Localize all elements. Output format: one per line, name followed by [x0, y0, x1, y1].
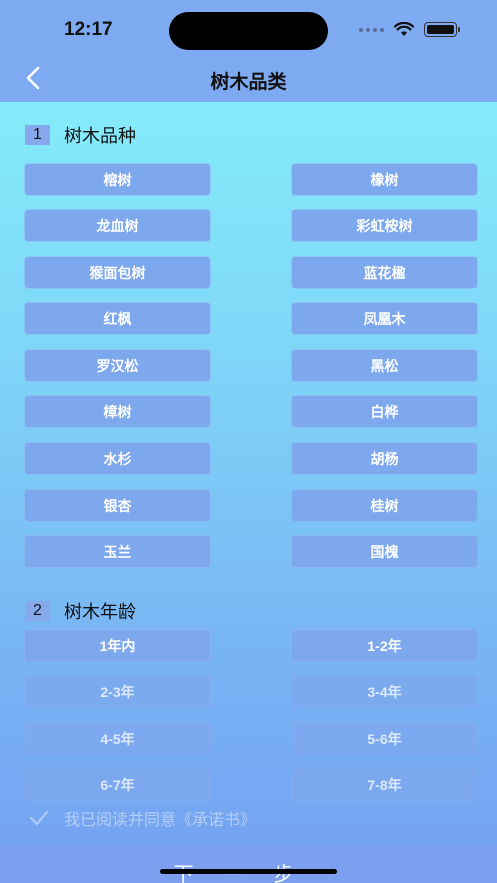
section-title: 树木品种 — [64, 126, 136, 146]
age-option[interactable]: 1-2年 — [292, 630, 477, 661]
section-header-species: 1 树木品种 — [25, 122, 136, 148]
age-option[interactable]: 5-6年 — [292, 723, 477, 754]
species-option[interactable]: 玉兰 — [25, 536, 210, 567]
dynamic-island — [169, 12, 328, 50]
age-option[interactable]: 2-3年 — [25, 676, 210, 707]
species-option[interactable]: 彩虹桉树 — [292, 210, 477, 241]
species-option[interactable]: 国槐 — [292, 536, 477, 567]
page-title: 树木品类 — [210, 72, 287, 93]
age-option[interactable]: 1年内 — [25, 630, 210, 661]
species-option[interactable]: 白桦 — [292, 396, 477, 427]
bottom-bar: 下一步 — [0, 846, 497, 883]
species-option[interactable]: 榕树 — [25, 164, 210, 195]
species-option[interactable]: 红枫 — [25, 303, 210, 334]
age-option[interactable]: 6-7年 — [25, 769, 210, 800]
species-option[interactable]: 桂树 — [292, 490, 477, 521]
section-title: 树木年龄 — [64, 602, 136, 622]
agreement-row[interactable]: 我已阅读并同意《承诺书》 — [28, 806, 256, 830]
section-header-age: 2 树木年龄 — [25, 598, 136, 624]
species-option[interactable]: 蓝花楹 — [292, 257, 477, 288]
home-indicator — [160, 869, 337, 874]
species-option[interactable]: 猴面包树 — [25, 257, 210, 288]
species-option[interactable]: 凤凰木 — [292, 303, 477, 334]
species-option[interactable]: 龙血树 — [25, 210, 210, 241]
species-option[interactable]: 黑松 — [292, 350, 477, 381]
agreement-text: 我已阅读并同意《承诺书》 — [64, 812, 257, 829]
section-number: 2 — [25, 601, 50, 621]
species-option[interactable]: 樟树 — [25, 396, 210, 427]
species-option[interactable]: 罗汉松 — [25, 350, 210, 381]
checkmark-icon[interactable] — [28, 808, 50, 828]
battery-icon — [424, 22, 460, 37]
status-time: 12:17 — [64, 19, 113, 40]
species-option[interactable]: 胡杨 — [292, 443, 477, 474]
species-option[interactable]: 橡树 — [292, 164, 477, 195]
top-bar: 12:17 树木品类 — [0, 0, 497, 102]
species-option[interactable]: 银杏 — [25, 490, 210, 521]
age-option[interactable]: 4-5年 — [25, 723, 210, 754]
section-number: 1 — [25, 125, 50, 145]
age-option[interactable]: 3-4年 — [292, 676, 477, 707]
status-icons — [359, 22, 460, 37]
species-option[interactable]: 水杉 — [25, 443, 210, 474]
signal-icon — [359, 27, 384, 32]
wifi-icon — [394, 22, 414, 36]
age-option[interactable]: 7-8年 — [292, 769, 477, 800]
